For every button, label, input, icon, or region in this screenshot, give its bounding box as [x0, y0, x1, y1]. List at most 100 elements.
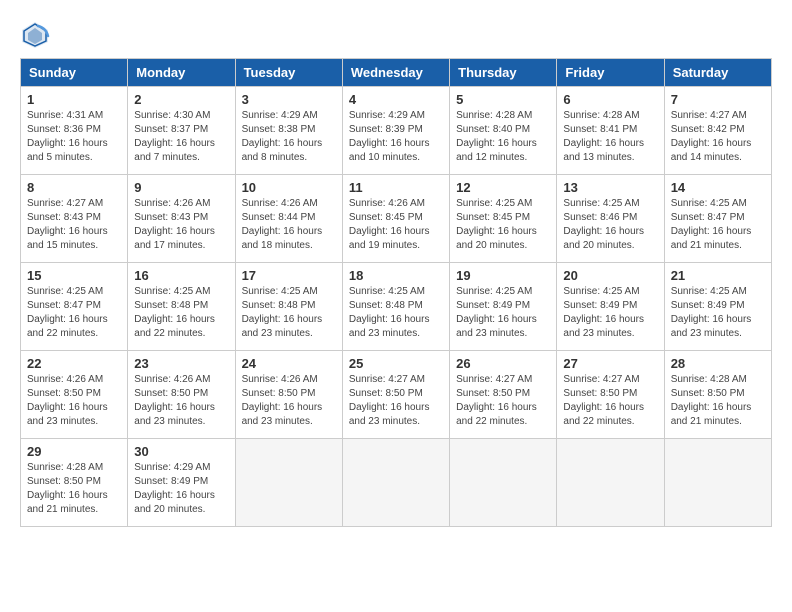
calendar-cell: 17 Sunrise: 4:25 AMSunset: 8:48 PMDayligh…	[235, 263, 342, 351]
day-info: Sunrise: 4:27 AMSunset: 8:42 PMDaylight:…	[671, 109, 765, 165]
calendar-table: SundayMondayTuesdayWednesdayThursdayFrid…	[20, 58, 772, 527]
day-number: 30	[134, 444, 228, 459]
calendar-cell: 15 Sunrise: 4:25 AMSunset: 8:47 PMDayligh…	[21, 263, 128, 351]
calendar-cell: 1 Sunrise: 4:31 AMSunset: 8:36 PMDaylight…	[21, 87, 128, 175]
day-number: 22	[27, 356, 121, 371]
day-number: 19	[456, 268, 550, 283]
calendar-cell: 5 Sunrise: 4:28 AMSunset: 8:40 PMDaylight…	[450, 87, 557, 175]
day-number: 23	[134, 356, 228, 371]
day-info: Sunrise: 4:28 AMSunset: 8:50 PMDaylight:…	[27, 461, 121, 517]
calendar-cell: 30 Sunrise: 4:29 AMSunset: 8:49 PMDayligh…	[128, 439, 235, 527]
calendar-cell: 28 Sunrise: 4:28 AMSunset: 8:50 PMDayligh…	[664, 351, 771, 439]
day-number: 28	[671, 356, 765, 371]
day-info: Sunrise: 4:26 AMSunset: 8:43 PMDaylight:…	[134, 197, 228, 253]
day-info: Sunrise: 4:29 AMSunset: 8:49 PMDaylight:…	[134, 461, 228, 517]
week-row-1: 1 Sunrise: 4:31 AMSunset: 8:36 PMDaylight…	[21, 87, 772, 175]
calendar-cell: 7 Sunrise: 4:27 AMSunset: 8:42 PMDaylight…	[664, 87, 771, 175]
day-number: 9	[134, 180, 228, 195]
week-row-5: 29 Sunrise: 4:28 AMSunset: 8:50 PMDayligh…	[21, 439, 772, 527]
day-info: Sunrise: 4:25 AMSunset: 8:45 PMDaylight:…	[456, 197, 550, 253]
calendar-cell: 16 Sunrise: 4:25 AMSunset: 8:48 PMDayligh…	[128, 263, 235, 351]
day-info: Sunrise: 4:26 AMSunset: 8:45 PMDaylight:…	[349, 197, 443, 253]
day-info: Sunrise: 4:29 AMSunset: 8:38 PMDaylight:…	[242, 109, 336, 165]
calendar-cell	[450, 439, 557, 527]
day-info: Sunrise: 4:25 AMSunset: 8:48 PMDaylight:…	[134, 285, 228, 341]
calendar-header-sunday: Sunday	[21, 59, 128, 87]
day-number: 16	[134, 268, 228, 283]
day-info: Sunrise: 4:27 AMSunset: 8:50 PMDaylight:…	[563, 373, 657, 429]
day-info: Sunrise: 4:27 AMSunset: 8:50 PMDaylight:…	[456, 373, 550, 429]
day-number: 18	[349, 268, 443, 283]
day-info: Sunrise: 4:25 AMSunset: 8:49 PMDaylight:…	[456, 285, 550, 341]
calendar-cell: 24 Sunrise: 4:26 AMSunset: 8:50 PMDayligh…	[235, 351, 342, 439]
day-number: 4	[349, 92, 443, 107]
calendar-header-saturday: Saturday	[664, 59, 771, 87]
day-number: 8	[27, 180, 121, 195]
calendar-cell: 12 Sunrise: 4:25 AMSunset: 8:45 PMDayligh…	[450, 175, 557, 263]
day-number: 15	[27, 268, 121, 283]
calendar-header-wednesday: Wednesday	[342, 59, 449, 87]
day-number: 2	[134, 92, 228, 107]
calendar-cell: 2 Sunrise: 4:30 AMSunset: 8:37 PMDaylight…	[128, 87, 235, 175]
calendar-cell: 20 Sunrise: 4:25 AMSunset: 8:49 PMDayligh…	[557, 263, 664, 351]
calendar-cell: 8 Sunrise: 4:27 AMSunset: 8:43 PMDaylight…	[21, 175, 128, 263]
day-info: Sunrise: 4:25 AMSunset: 8:47 PMDaylight:…	[27, 285, 121, 341]
day-number: 11	[349, 180, 443, 195]
calendar-cell: 4 Sunrise: 4:29 AMSunset: 8:39 PMDaylight…	[342, 87, 449, 175]
day-info: Sunrise: 4:25 AMSunset: 8:49 PMDaylight:…	[671, 285, 765, 341]
day-number: 5	[456, 92, 550, 107]
day-info: Sunrise: 4:25 AMSunset: 8:48 PMDaylight:…	[349, 285, 443, 341]
day-number: 24	[242, 356, 336, 371]
page-container: SundayMondayTuesdayWednesdayThursdayFrid…	[20, 20, 772, 527]
calendar-cell: 26 Sunrise: 4:27 AMSunset: 8:50 PMDayligh…	[450, 351, 557, 439]
calendar-cell: 23Sunrise: 4:26 AMSunset: 8:50 PMDayligh…	[128, 351, 235, 439]
day-number: 20	[563, 268, 657, 283]
day-number: 14	[671, 180, 765, 195]
day-number: 12	[456, 180, 550, 195]
day-number: 17	[242, 268, 336, 283]
day-number: 6	[563, 92, 657, 107]
calendar-cell: 25 Sunrise: 4:27 AMSunset: 8:50 PMDayligh…	[342, 351, 449, 439]
day-number: 7	[671, 92, 765, 107]
day-info: Sunrise: 4:27 AMSunset: 8:43 PMDaylight:…	[27, 197, 121, 253]
day-info: Sunrise: 4:29 AMSunset: 8:39 PMDaylight:…	[349, 109, 443, 165]
calendar-cell	[342, 439, 449, 527]
day-info: Sunrise: 4:25 AMSunset: 8:46 PMDaylight:…	[563, 197, 657, 253]
day-number: 1	[27, 92, 121, 107]
week-row-4: 22 Sunrise: 4:26 AMSunset: 8:50 PMDayligh…	[21, 351, 772, 439]
day-number: 29	[27, 444, 121, 459]
calendar-cell: 14 Sunrise: 4:25 AMSunset: 8:47 PMDayligh…	[664, 175, 771, 263]
day-info: Sunrise: 4:28 AMSunset: 8:41 PMDaylight:…	[563, 109, 657, 165]
day-info: Sunrise: 4:28 AMSunset: 8:50 PMDaylight:…	[671, 373, 765, 429]
header	[20, 20, 772, 50]
day-info: Sunrise: 4:26 AMSunset: 8:50 PMDaylight:…	[27, 373, 121, 429]
logo-icon	[20, 20, 50, 50]
day-number: 27	[563, 356, 657, 371]
calendar-cell: 10 Sunrise: 4:26 AMSunset: 8:44 PMDayligh…	[235, 175, 342, 263]
calendar-header-monday: Monday	[128, 59, 235, 87]
calendar-header-row: SundayMondayTuesdayWednesdayThursdayFrid…	[21, 59, 772, 87]
day-number: 26	[456, 356, 550, 371]
calendar-cell: 29 Sunrise: 4:28 AMSunset: 8:50 PMDayligh…	[21, 439, 128, 527]
calendar-cell: 21 Sunrise: 4:25 AMSunset: 8:49 PMDayligh…	[664, 263, 771, 351]
day-info: Sunrise: 4:31 AMSunset: 8:36 PMDaylight:…	[27, 109, 121, 165]
day-info: Sunrise: 4:27 AMSunset: 8:50 PMDaylight:…	[349, 373, 443, 429]
day-number: 3	[242, 92, 336, 107]
calendar-cell: 9 Sunrise: 4:26 AMSunset: 8:43 PMDaylight…	[128, 175, 235, 263]
day-number: 21	[671, 268, 765, 283]
calendar-cell	[557, 439, 664, 527]
calendar-cell: 3 Sunrise: 4:29 AMSunset: 8:38 PMDaylight…	[235, 87, 342, 175]
day-info: Sunrise: 4:25 AMSunset: 8:47 PMDaylight:…	[671, 197, 765, 253]
day-info: Sunrise: 4:28 AMSunset: 8:40 PMDaylight:…	[456, 109, 550, 165]
day-info: Sunrise: 4:25 AMSunset: 8:48 PMDaylight:…	[242, 285, 336, 341]
day-info: Sunrise: 4:25 AMSunset: 8:49 PMDaylight:…	[563, 285, 657, 341]
calendar-cell: 11 Sunrise: 4:26 AMSunset: 8:45 PMDayligh…	[342, 175, 449, 263]
day-info: Sunrise: 4:26 AMSunset: 8:50 PMDaylight:…	[242, 373, 336, 429]
calendar-cell: 6 Sunrise: 4:28 AMSunset: 8:41 PMDaylight…	[557, 87, 664, 175]
calendar-header-tuesday: Tuesday	[235, 59, 342, 87]
day-number: 25	[349, 356, 443, 371]
calendar-header-friday: Friday	[557, 59, 664, 87]
day-info: Sunrise: 4:26 AMSunset: 8:44 PMDaylight:…	[242, 197, 336, 253]
day-number: 10	[242, 180, 336, 195]
day-info: Sunrise: 4:30 AMSunset: 8:37 PMDaylight:…	[134, 109, 228, 165]
